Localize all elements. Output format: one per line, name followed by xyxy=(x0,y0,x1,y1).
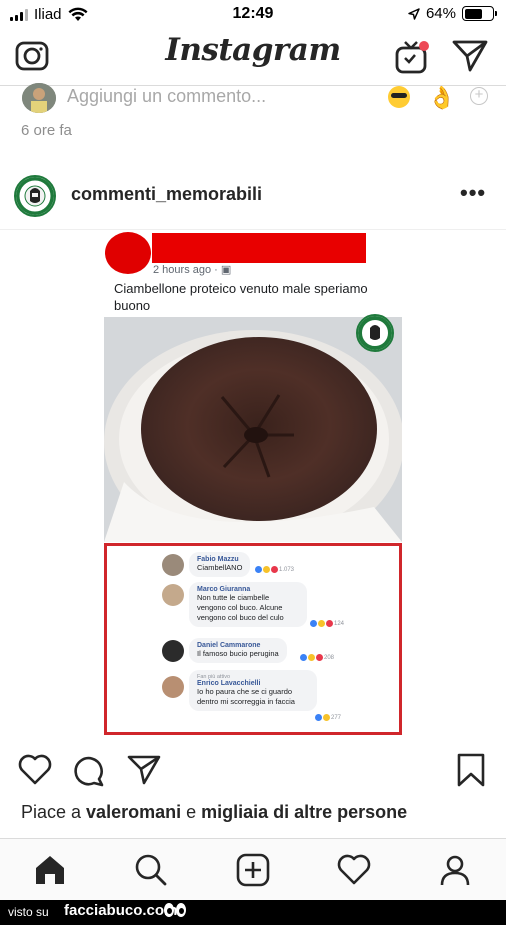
clipped-caption-line xyxy=(0,830,506,838)
fb-comment: Fabio Mazzu CiambellANO 1.073 xyxy=(107,552,397,578)
igtv-icon[interactable] xyxy=(393,38,433,78)
comment-bubble: Marco Giuranna Non tutte le ciambelle ve… xyxy=(189,582,307,627)
highlighted-comments-box: Fabio Mazzu CiambellANO 1.073 Marco Giur… xyxy=(104,543,402,735)
more-options-icon[interactable]: ••• xyxy=(460,180,486,206)
redacted-avatar xyxy=(105,232,151,274)
redacted-name xyxy=(152,233,366,263)
comment-bubble: Fabio Mazzu CiambellANO xyxy=(189,552,251,577)
location-arrow-icon xyxy=(408,7,420,20)
share-icon[interactable] xyxy=(126,754,162,786)
battery-icon xyxy=(462,6,497,21)
battery-percent: 64% xyxy=(425,5,456,22)
commenter-avatar xyxy=(162,584,184,606)
like-heart-icon[interactable] xyxy=(17,754,53,786)
add-comment-input[interactable]: Aggiungi un commento... xyxy=(67,86,266,107)
profile-icon[interactable] xyxy=(438,853,472,887)
reaction-count: 208 xyxy=(300,654,334,661)
others-count[interactable]: migliaia di altre persone xyxy=(201,802,407,822)
reaction-count: 124 xyxy=(310,620,344,627)
watermark-site-name: facciabuco.com xyxy=(64,902,178,919)
fb-post-caption: Ciambellone proteico venuto male speriam… xyxy=(114,281,368,313)
commenter-name: Daniel Cammarone xyxy=(197,642,261,649)
activity-heart-icon[interactable] xyxy=(337,853,371,887)
post-timestamp: 6 ore fa xyxy=(21,122,72,139)
comment-text: Non tutte le ciambelle vengono col buco.… xyxy=(197,593,284,622)
post-username[interactable]: commenti_memorabili xyxy=(71,184,262,205)
commenter-avatar xyxy=(162,554,184,576)
direct-message-icon[interactable] xyxy=(450,38,490,74)
comment-bubble: Fan più attivo Enrico Lavacchielli Io ho… xyxy=(189,670,317,711)
liker-username[interactable]: valeromani xyxy=(86,802,181,822)
status-right: 64% xyxy=(408,5,497,22)
ok-hand-emoji-icon[interactable]: 👌 xyxy=(428,85,455,111)
app-header: Instagram xyxy=(0,28,506,86)
watermark-eyes-icon xyxy=(164,903,186,917)
add-comment-row: Aggiungi un commento... 👌 + xyxy=(0,80,506,114)
watermark-logo xyxy=(356,314,394,352)
comment-text: Il famoso bucio perugina xyxy=(197,649,279,658)
save-bookmark-icon[interactable] xyxy=(455,752,487,788)
post-actions xyxy=(0,746,506,796)
post-header: commenti_memorabili ••• xyxy=(0,166,506,226)
sunglasses-emoji-icon[interactable] xyxy=(388,86,410,108)
account-avatar[interactable] xyxy=(14,175,56,217)
commenter-name: Fabio Mazzu xyxy=(197,556,239,563)
likes-summary: Piace a valeromani e migliaia di altre p… xyxy=(21,802,407,823)
likes-middle: e xyxy=(181,802,202,822)
likes-prefix: Piace a xyxy=(21,802,87,822)
site-watermark-bar: visto su facciabuco.com xyxy=(0,900,506,925)
watermark-visto-su: visto su xyxy=(8,905,49,919)
comment-text: Io ho paura che se ci guardo dentro mi s… xyxy=(197,687,295,706)
search-icon[interactable] xyxy=(134,853,168,887)
fb-comment: Fan più attivo Enrico Lavacchielli Io ho… xyxy=(107,670,397,730)
commenter-name: Enrico Lavacchielli xyxy=(197,680,261,687)
bottom-navigation xyxy=(0,838,506,900)
fb-comment: Marco Giuranna Non tutte le ciambelle ve… xyxy=(107,582,397,634)
fb-post-meta: 2 hours ago · ▣ xyxy=(153,264,232,276)
comment-icon[interactable] xyxy=(72,754,106,788)
status-bar: Iliad 12:49 64% xyxy=(0,0,506,28)
commenter-avatar xyxy=(162,640,184,662)
battery-level-fill xyxy=(464,8,482,19)
post-image[interactable]: 2 hours ago · ▣ Ciambellone proteico ven… xyxy=(0,230,506,745)
cake-photo xyxy=(104,317,402,542)
add-emoji-icon[interactable]: + xyxy=(470,87,488,105)
user-avatar xyxy=(22,83,56,113)
new-post-icon[interactable] xyxy=(236,853,270,887)
home-icon[interactable] xyxy=(33,853,67,887)
commenter-name: Marco Giuranna xyxy=(197,586,251,593)
commenter-avatar xyxy=(162,676,184,698)
fb-comment: Daniel Cammarone Il famoso bucio perugin… xyxy=(107,638,397,666)
reaction-count: 277 xyxy=(315,714,341,721)
comment-bubble: Daniel Cammarone Il famoso bucio perugin… xyxy=(189,638,287,663)
reaction-count: 1.073 xyxy=(255,566,294,573)
comment-text: CiambellANO xyxy=(197,563,243,572)
